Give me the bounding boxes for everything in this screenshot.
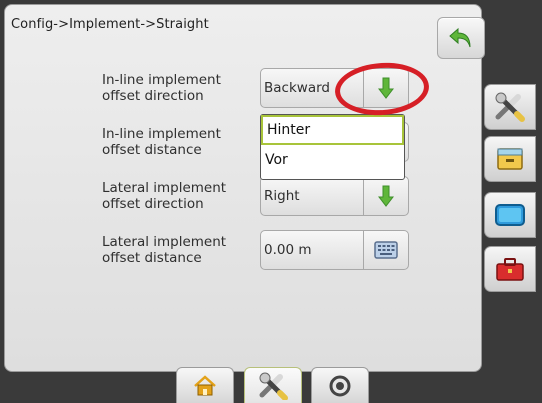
tab-config[interactable] [244,367,302,403]
screen-button[interactable] [484,192,536,238]
lateral-offset-direction-label: Lateral implement offset direction [102,180,227,212]
app-frame: Config->Implement->Straight In-line impl… [0,0,542,403]
tab-camera[interactable] [311,367,369,403]
tools-button[interactable] [484,84,536,130]
camera-icon [329,375,351,396]
lateral-offset-distance-value[interactable]: 0.00 m [260,230,364,270]
breadcrumb: Config->Implement->Straight [11,17,209,32]
config-panel: Config->Implement->Straight [4,4,485,372]
keyboard-entry-button[interactable] [363,230,409,270]
drawer-button[interactable] [484,136,536,182]
back-arrow-icon [449,27,471,48]
lateral-offset-direction-dropdown-button[interactable] [363,176,409,216]
tools-icon [259,372,288,400]
home-icon [194,374,216,395]
toolbox-icon [496,258,524,281]
toolbox-button[interactable] [484,246,536,292]
lateral-offset-distance-label: Lateral implement offset distance [102,234,227,266]
tools-icon [495,92,525,122]
lateral-offset-direction-value[interactable]: Right [260,176,364,216]
inline-offset-direction-label: In-line implement offset direction [102,72,221,104]
back-button[interactable] [437,17,485,59]
tab-home[interactable] [176,367,234,403]
dropdown-option-hinter[interactable]: Hinter [261,115,404,145]
keyboard-icon [374,241,398,259]
direction-dropdown[interactable]: Hinter Vor [260,114,405,180]
screen-icon [495,204,525,226]
inline-offset-distance-label: In-line implement offset distance [102,126,221,158]
green-down-arrow-icon [378,185,394,207]
drawer-icon [497,148,523,170]
dropdown-option-vor[interactable]: Vor [261,145,404,175]
